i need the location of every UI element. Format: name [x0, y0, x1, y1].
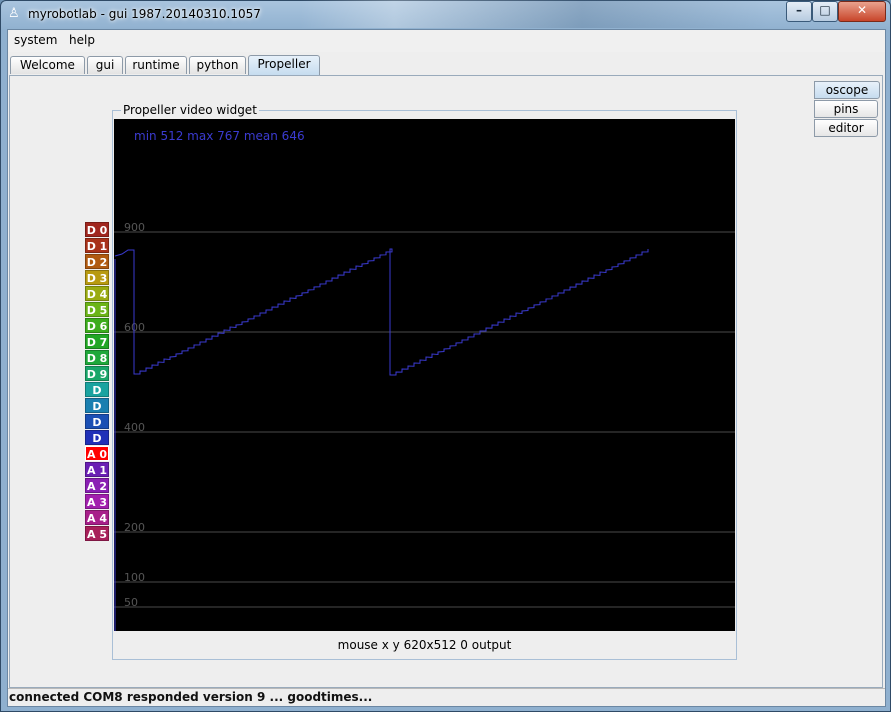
pin-a4[interactable]: A 4 [85, 510, 109, 525]
tab-welcome[interactable]: Welcome [10, 56, 85, 74]
signal-stats: min 512 max 767 mean 646 [134, 129, 305, 143]
tab-propeller[interactable]: Propeller [248, 55, 320, 75]
menu-help[interactable]: help [69, 33, 95, 47]
status-bar: connected COM8 responded version 9 ... g… [8, 688, 885, 706]
pin-a5[interactable]: A 5 [85, 526, 109, 541]
video-widget-title: Propeller video widget [121, 103, 259, 117]
tab-pins[interactable]: pins [814, 100, 878, 118]
pin-d10[interactable]: D 10 [85, 382, 109, 412]
title-background-art [300, 0, 770, 28]
oscilloscope-svg: 900 600 400 200 100 50 [114, 221, 735, 631]
client-area: system help Welcome gui runtime python P… [7, 29, 886, 707]
label-200: 200 [124, 521, 145, 534]
pin-d4[interactable]: D 4 [85, 286, 109, 301]
pin-a2[interactable]: A 2 [85, 478, 109, 493]
pin-d9[interactable]: D 9 [85, 366, 109, 381]
tab-python[interactable]: python [189, 56, 246, 74]
tab-runtime[interactable]: runtime [125, 56, 187, 74]
window-title: myrobotlab - gui 1987.20140310.1057 [28, 7, 261, 21]
pin-a1[interactable]: A 1 [85, 462, 109, 477]
mouse-readout: mouse x y 620x512 0 output [337, 638, 512, 652]
tab-oscope[interactable]: oscope [814, 81, 880, 99]
title-bar[interactable]: ♙ myrobotlab - gui 1987.20140310.1057 – … [0, 0, 891, 29]
tab-editor[interactable]: editor [814, 119, 878, 137]
pin-d3[interactable]: D 3 [85, 270, 109, 285]
label-100: 100 [124, 571, 145, 584]
minimize-button[interactable]: – [786, 1, 812, 22]
signal-trace [114, 248, 649, 376]
pin-a0[interactable]: A 0 [85, 446, 109, 461]
oscilloscope-display[interactable]: 900 600 400 200 100 50 min 512 max 767 m… [114, 119, 735, 631]
close-button[interactable]: ✕ [838, 1, 886, 22]
pin-d13[interactable]: D 13 [85, 430, 109, 460]
pin-a3[interactable]: A 3 [85, 494, 109, 509]
pin-d12[interactable]: D 12 [85, 414, 109, 444]
pin-d6[interactable]: D 6 [85, 318, 109, 333]
pin-d0[interactable]: D 0 [85, 222, 109, 237]
status-text: connected COM8 responded version 9 ... g… [9, 690, 373, 704]
reference-lines [114, 231, 735, 608]
pin-d5[interactable]: D 5 [85, 302, 109, 317]
pin-d1[interactable]: D 1 [85, 238, 109, 253]
label-50: 50 [124, 596, 138, 609]
pin-d11[interactable]: D 11 [85, 398, 109, 428]
label-400: 400 [124, 421, 145, 434]
robot-lamp-icon: ♙ [8, 6, 20, 21]
maximize-button[interactable]: □ [812, 1, 838, 22]
pin-d2[interactable]: D 2 [85, 254, 109, 269]
pin-d8[interactable]: D 8 [85, 350, 109, 365]
menu-system[interactable]: system [14, 33, 57, 47]
main-tab-strip: Welcome gui runtime python Propeller [8, 55, 885, 75]
tab-gui[interactable]: gui [87, 56, 123, 74]
pin-d7[interactable]: D 7 [85, 334, 109, 349]
menu-bar: system help [8, 30, 885, 52]
label-900: 900 [124, 221, 145, 234]
